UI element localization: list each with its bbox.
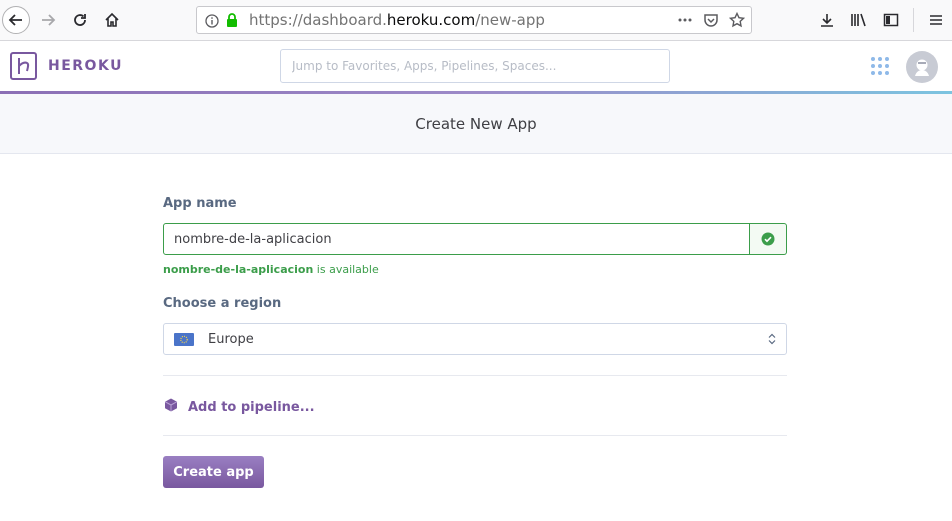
toolbar-separator (913, 8, 914, 32)
home-button[interactable] (98, 6, 126, 34)
url-bar[interactable]: https://dashboard.heroku.com/new-app (196, 6, 752, 34)
availability-check (750, 223, 787, 255)
apps-grid-icon[interactable] (870, 56, 890, 76)
app-name-row (163, 223, 787, 255)
more-icon[interactable] (677, 12, 693, 32)
select-arrows-icon (768, 330, 776, 349)
add-to-pipeline-link[interactable]: Add to pipeline... (163, 397, 315, 417)
forward-icon (42, 14, 56, 26)
menu-icon[interactable] (920, 0, 952, 40)
check-circle-icon (761, 232, 775, 246)
region-select[interactable]: Europe (163, 323, 787, 355)
url-path: /new-app (475, 11, 545, 29)
browser-toolbar: https://dashboard.heroku.com/new-app (0, 0, 952, 41)
url-text: https://dashboard.heroku.com/new-app (249, 11, 545, 29)
availability-message: nombre-de-la-aplicacion is available (163, 263, 379, 276)
lock-icon (225, 12, 239, 32)
page-title: Create New App (415, 114, 537, 133)
back-icon (8, 14, 22, 26)
reload-button[interactable] (66, 6, 94, 34)
forward-button[interactable] (34, 6, 62, 34)
region-value: Europe (208, 331, 254, 347)
create-app-button[interactable]: Create app (163, 456, 264, 488)
heroku-wordmark[interactable]: HEROKU (48, 58, 123, 74)
sidebar-icon[interactable] (875, 0, 907, 40)
home-icon (105, 12, 119, 27)
library-icon[interactable] (843, 0, 875, 40)
search-input[interactable] (280, 49, 670, 83)
pocket-icon[interactable] (703, 12, 719, 32)
eu-flag-icon (174, 332, 194, 346)
divider (163, 375, 787, 376)
user-avatar-icon (915, 59, 929, 76)
availability-app-name: nombre-de-la-aplicacion (163, 263, 314, 276)
divider (163, 435, 787, 436)
download-icon[interactable] (811, 0, 843, 40)
availability-suffix: is available (313, 263, 379, 276)
info-icon[interactable] (205, 13, 219, 32)
pipeline-icon (163, 397, 179, 417)
app-name-label: App name (163, 196, 237, 211)
reload-icon (74, 14, 86, 26)
pipeline-label: Add to pipeline... (188, 399, 315, 415)
avatar[interactable] (906, 51, 938, 83)
region-label: Choose a region (163, 296, 282, 311)
app-name-input[interactable] (163, 223, 750, 255)
url-prefix: https://dashboard. (249, 11, 387, 29)
heroku-header: HEROKU (0, 41, 952, 93)
back-button[interactable] (2, 6, 30, 34)
url-host: heroku.com (386, 11, 476, 29)
bookmark-star-icon[interactable] (728, 11, 746, 32)
heroku-logo-icon[interactable] (10, 52, 37, 80)
page-header: Create New App (0, 94, 952, 154)
